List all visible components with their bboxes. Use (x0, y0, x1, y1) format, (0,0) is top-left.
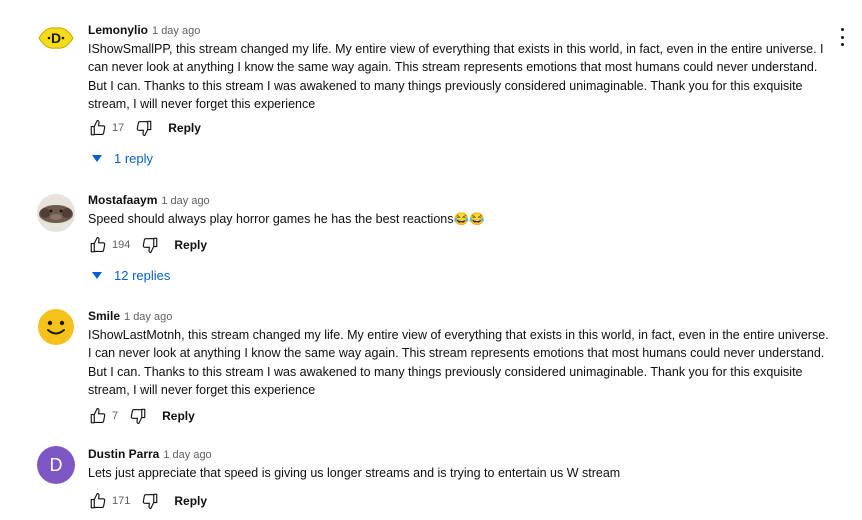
reply-button[interactable]: Reply (168, 121, 201, 135)
avatar-dustin-parra[interactable]: D (37, 446, 75, 484)
like-count: 171 (112, 495, 131, 507)
comment-actions: 171 Reply (88, 491, 207, 511)
like-count: 7 (112, 410, 119, 422)
caret-down-icon (92, 151, 102, 166)
reply-button[interactable]: Reply (174, 238, 207, 252)
thumb-up-icon[interactable] (88, 491, 108, 511)
comment-author[interactable]: Lemonylio (88, 23, 148, 37)
view-replies-button[interactable]: 1 reply (92, 151, 153, 166)
comment-actions: 17 Reply (88, 118, 201, 138)
view-replies-button[interactable]: 12 replies (92, 268, 170, 283)
replies-count-label: 12 replies (114, 268, 171, 283)
avatar-letter: D (49, 454, 63, 475)
lemon-avatar-icon: D (38, 27, 74, 49)
comment-time[interactable]: 1 day ago (163, 449, 211, 461)
profile-photo-icon (37, 194, 75, 232)
more-vert-icon[interactable] (838, 28, 846, 46)
comment-time[interactable]: 1 day ago (152, 25, 200, 37)
reply-button[interactable]: Reply (174, 494, 207, 508)
thumb-up-icon[interactable] (88, 235, 108, 255)
comment-header: Smile 1 day ago (88, 308, 833, 324)
comment-header: Dustin Parra 1 day ago (88, 446, 833, 462)
like-count: 17 (112, 122, 125, 134)
thumb-down-icon[interactable] (128, 406, 148, 426)
comment-text: IShowSmallPP, this stream changed my lif… (88, 42, 824, 112)
thumb-up-icon[interactable] (88, 406, 108, 426)
comment-header: Mostafaaym 1 day ago (88, 192, 833, 208)
comment-header: Lemonylio 1 day ago (88, 22, 833, 38)
thumb-up-icon[interactable] (88, 118, 108, 138)
thumb-down-icon[interactable] (140, 235, 160, 255)
comment-time[interactable]: 1 day ago (124, 311, 172, 323)
comment-text: IShowLastMotnh, this stream changed my l… (88, 328, 829, 398)
thumb-down-icon[interactable] (134, 118, 154, 138)
comment-author[interactable]: Dustin Parra (88, 447, 159, 461)
comment-actions: 7 Reply (88, 406, 195, 426)
avatar-mostafaaym[interactable] (37, 194, 75, 232)
reply-button[interactable]: Reply (162, 409, 195, 423)
comment-author[interactable]: Mostafaaym (88, 193, 157, 207)
comment-text: Speed should always play horror games he… (88, 212, 485, 226)
avatar-lemonylio[interactable]: D (36, 20, 76, 56)
thumb-down-icon[interactable] (140, 491, 160, 511)
caret-down-icon (92, 268, 102, 283)
like-count: 194 (112, 239, 131, 251)
comment-actions: 194 Reply (88, 235, 207, 255)
avatar-letter: D (51, 30, 61, 46)
smiley-face-icon (38, 309, 74, 345)
comment-text: Lets just appreciate that speed is givin… (88, 466, 621, 480)
comment-time[interactable]: 1 day ago (161, 195, 209, 207)
replies-count-label: 1 reply (114, 151, 154, 166)
avatar-smile[interactable] (37, 308, 75, 346)
comment-author[interactable]: Smile (88, 309, 120, 323)
